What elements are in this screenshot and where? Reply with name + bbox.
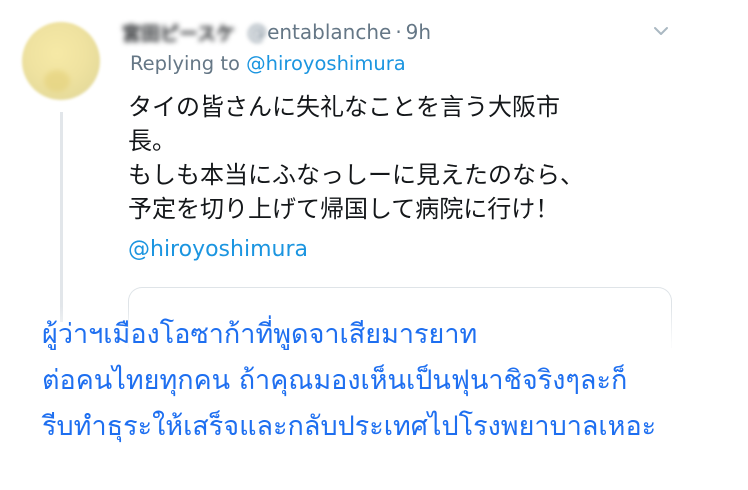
replying-prefix: Replying to	[130, 52, 240, 75]
display-name[interactable]: 宮田ピースケ	[122, 19, 235, 46]
thread-line	[60, 112, 63, 322]
overlay-line: รีบทำธุระให้เสร็จและกลับประเทศไปโรงพยาบา…	[42, 411, 657, 442]
overlay-line: ผู้ว่าฯเมืองโอซาก้าที่พูดจาเสียมารยาท	[42, 319, 478, 350]
overlay-line: ต่อคนไทยทุกคน ถ้าคุณมองเห็นเป็นฟุนาชิจริ…	[42, 365, 628, 396]
translation-overlay: ผู้ว่าฯเมืองโอซาก้าที่พูดจาเสียมารยาท ต่…	[42, 312, 742, 450]
avatar[interactable]	[22, 22, 100, 100]
tweet-header: 宮田ピースケ @ entablanche · 9h	[122, 14, 431, 50]
timestamp[interactable]: 9h	[406, 20, 431, 44]
chevron-down-icon	[654, 27, 668, 35]
mention-link[interactable]: @hiroyoshimura	[128, 237, 308, 262]
handle-obscured[interactable]: @	[247, 20, 267, 44]
tweet-body-line: 予定を切り上げて帰国して病院に行け！	[128, 195, 560, 223]
replying-to: Replying to @hiroyoshimura	[130, 52, 406, 75]
tweet-body: タイの皆さんに失礼なことを言う大阪市 長。 もしも本当にふなっしーに見えたのなら…	[128, 90, 688, 226]
more-menu-button[interactable]	[650, 20, 672, 42]
handle[interactable]: entablanche	[267, 20, 391, 44]
avatar-face-blur	[44, 70, 70, 92]
separator-dot: ·	[395, 20, 402, 44]
tweet-body-line: もしも本当にふなっしーに見えたのなら、	[128, 161, 584, 189]
reply-mention-link[interactable]: @hiroyoshimura	[246, 52, 406, 75]
tweet-body-line: タイの皆さんに失礼なことを言う大阪市	[128, 93, 560, 121]
tweet-body-line: 長。	[128, 127, 176, 155]
